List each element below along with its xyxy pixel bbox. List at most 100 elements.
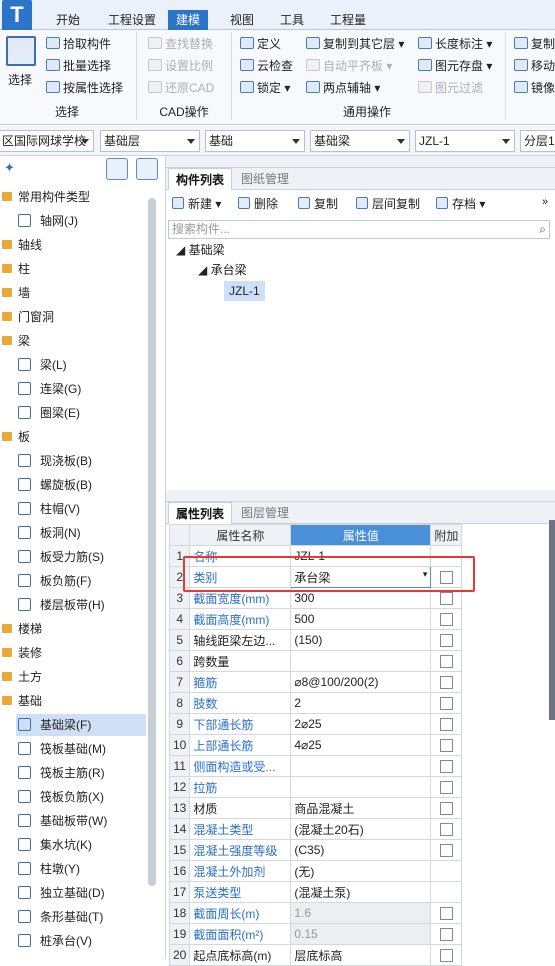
property-row[interactable]: 15 混凝土强度等级 (C35) <box>168 839 463 861</box>
nav-category[interactable]: 柱 <box>0 258 30 280</box>
property-row[interactable]: 20 起点底标高(m) 层底标高 <box>168 944 463 966</box>
attach-checkbox[interactable] <box>439 760 453 774</box>
attach-checkbox[interactable] <box>439 781 453 795</box>
tree-child[interactable]: ◢ 承台梁 <box>198 260 247 280</box>
list-view-icon[interactable] <box>106 158 128 180</box>
property-value[interactable]: 2⌀25 <box>290 713 432 735</box>
tab-quantities[interactable]: 工程量 <box>322 10 374 30</box>
tab-drawing-manage[interactable]: 图纸管理 <box>234 168 296 190</box>
element-save-button[interactable]: 图元存盘 ▾ <box>418 56 492 76</box>
type-select[interactable]: 基础梁 <box>310 130 410 152</box>
property-value[interactable]: (无) <box>290 860 432 882</box>
restore-cad-button[interactable]: 还原CAD <box>148 78 214 98</box>
nav-item[interactable]: 独立基础(D) <box>16 882 105 904</box>
property-row[interactable]: 17 泵送类型 (混凝土泵) <box>168 881 463 903</box>
nav-item[interactable]: 柱帽(V) <box>16 498 80 520</box>
nav-item[interactable]: 楼层板带(H) <box>16 594 105 616</box>
tree-root[interactable]: ◢ 基础梁 <box>176 240 225 260</box>
nav-item[interactable]: 基础梁(F) <box>16 714 146 736</box>
nav-category[interactable]: 板 <box>0 426 30 448</box>
attach-checkbox[interactable] <box>439 718 453 732</box>
search-icon[interactable]: ⌕ <box>539 221 546 238</box>
archive-button[interactable]: 存档 ▾ <box>436 194 485 214</box>
attach-checkbox[interactable] <box>439 802 453 816</box>
tab-start[interactable]: 开始 <box>48 10 88 30</box>
tab-layer-manage[interactable]: 图层管理 <box>234 502 296 524</box>
nav-item[interactable]: 圈梁(E) <box>16 402 80 424</box>
nav-item[interactable]: 筏板基础(M) <box>16 738 106 760</box>
nav-item[interactable]: 梁(L) <box>16 354 67 376</box>
move-button[interactable]: 移动 <box>514 56 555 76</box>
tree-leaf-selected[interactable]: JZL-1 <box>224 281 265 301</box>
element-filter-button[interactable]: 图元过滤 <box>418 78 483 98</box>
property-value[interactable]: (混凝土泵) <box>290 881 432 903</box>
nav-item[interactable]: 现浇板(B) <box>16 450 92 472</box>
nav-item[interactable]: 轴网(J) <box>16 210 78 232</box>
tab-property-list[interactable]: 属性列表 <box>168 502 233 524</box>
nav-category[interactable]: 门窗洞 <box>0 306 54 328</box>
tab-view[interactable]: 视图 <box>222 10 262 30</box>
nav-category[interactable]: 墙 <box>0 282 30 304</box>
property-value[interactable]: 0.15 <box>290 923 432 945</box>
nav-item[interactable]: 筏板主筋(R) <box>16 762 105 784</box>
attach-checkbox[interactable] <box>439 949 453 963</box>
pin-icon[interactable]: ✦ <box>4 160 15 176</box>
property-value[interactable]: 1.6 <box>290 902 432 924</box>
property-value[interactable]: (C35) <box>290 839 432 861</box>
nav-category[interactable]: 常用构件类型 <box>0 186 90 208</box>
delete-button[interactable]: 删除 <box>238 194 278 214</box>
floor-select[interactable]: 基础层 <box>100 130 200 152</box>
property-row[interactable]: 16 混凝土外加剂 (无) <box>168 860 463 882</box>
property-row[interactable]: 14 混凝土类型 (混凝土20石) <box>168 818 463 840</box>
property-row[interactable]: 10 上部通长筋 4⌀25 <box>168 734 463 756</box>
split-select[interactable]: 分层1 <box>520 130 555 152</box>
search-input[interactable]: 搜索构件... ⌕ <box>168 220 550 239</box>
tab-component-list[interactable]: 构件列表 <box>168 168 233 190</box>
mirror-button[interactable]: 镜像 <box>514 78 555 98</box>
app-logo-button[interactable]: T <box>2 0 32 32</box>
property-value[interactable] <box>290 776 432 798</box>
find-replace-button[interactable]: 查找替换 <box>148 34 213 54</box>
nav-scrollbar[interactable] <box>148 198 156 886</box>
new-button[interactable]: 新建 ▾ <box>172 194 221 214</box>
property-value[interactable] <box>290 755 432 777</box>
property-value[interactable]: (混凝土20石) <box>290 818 432 840</box>
nav-item[interactable]: 基础板带(W) <box>16 810 107 832</box>
define-button[interactable]: 定义 <box>240 34 281 54</box>
more-icon[interactable]: » <box>542 196 548 208</box>
nav-category[interactable]: 基础 <box>0 690 42 712</box>
tab-project-settings[interactable]: 工程设置 <box>100 10 164 30</box>
collapse-triangle-icon[interactable]: ◢ <box>198 263 211 277</box>
property-row[interactable]: 19 截面面积(m²) 0.15 <box>168 923 463 945</box>
attach-checkbox[interactable] <box>439 823 453 837</box>
property-row[interactable]: 12 拉筋 <box>168 776 463 798</box>
property-row[interactable]: 4 截面高度(mm) 500 <box>168 608 463 630</box>
property-row[interactable]: 7 箍筋 ⌀8@100/200(2) <box>168 671 463 693</box>
nav-item[interactable]: 螺旋板(B) <box>16 474 92 496</box>
attach-checkbox[interactable] <box>439 928 453 942</box>
nav-category[interactable]: 装修 <box>0 642 42 664</box>
set-scale-button[interactable]: 设置比例 <box>148 56 213 76</box>
nav-item[interactable]: 柱墩(Y) <box>16 858 80 880</box>
lock-button[interactable]: 锁定 ▾ <box>240 78 290 98</box>
panel-scrollbar[interactable] <box>549 520 555 720</box>
copy-to-other-floor-button[interactable]: 复制到其它层 ▾ <box>306 34 404 54</box>
property-row[interactable]: 5 轴线距梁左边... (150) <box>168 629 463 651</box>
attach-checkbox[interactable] <box>439 907 453 921</box>
floor-copy-button[interactable]: 层间复制 <box>356 194 420 214</box>
nav-item[interactable]: 筏板负筋(X) <box>16 786 104 808</box>
attach-checkbox[interactable] <box>439 739 453 753</box>
tab-modeling[interactable]: 建模 <box>168 10 209 30</box>
property-value[interactable]: 500 <box>290 608 432 630</box>
attach-checkbox[interactable] <box>439 634 453 648</box>
cloud-check-button[interactable]: 云检查 <box>240 56 293 76</box>
property-value[interactable]: 2 <box>290 692 432 714</box>
nav-category[interactable]: 轴线 <box>0 234 42 256</box>
nav-item[interactable]: 条形基础(T) <box>16 906 103 928</box>
property-value[interactable]: ⌀8@100/200(2) <box>290 671 432 693</box>
project-select[interactable]: 区国际网球学校 <box>0 130 94 152</box>
property-row[interactable]: 13 材质 商品混凝土 <box>168 797 463 819</box>
attach-checkbox[interactable] <box>439 613 453 627</box>
property-value[interactable]: 层底标高 <box>290 944 432 966</box>
two-point-aux-button[interactable]: 两点辅轴 ▾ <box>306 78 380 98</box>
